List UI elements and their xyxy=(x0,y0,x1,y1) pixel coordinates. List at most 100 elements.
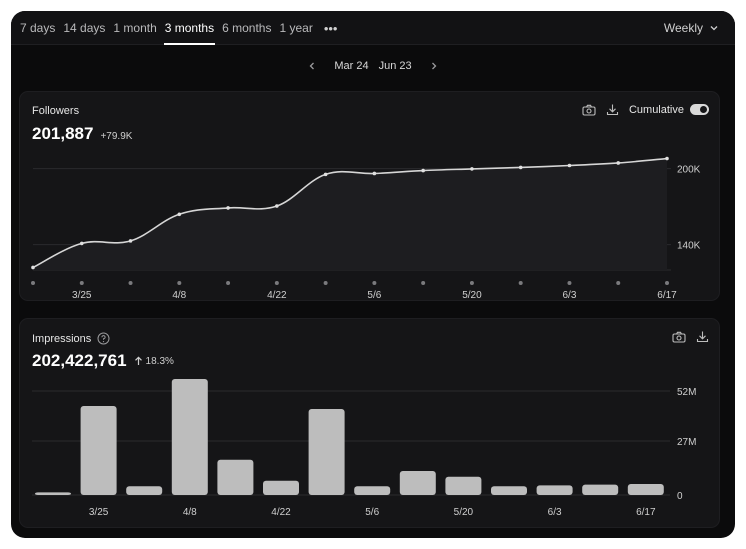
x-tick-dot xyxy=(323,281,328,285)
help-icon[interactable] xyxy=(97,332,110,345)
followers-point xyxy=(421,168,425,173)
x-tick-dot xyxy=(226,281,231,285)
impressions-bar xyxy=(171,379,208,495)
tab-6-months[interactable]: 6 months xyxy=(221,11,272,45)
chevron-down-icon xyxy=(710,26,718,31)
x-tick-dot xyxy=(665,281,669,285)
x-tick-dot xyxy=(128,281,133,285)
x-tick-label: 3/25 xyxy=(89,507,109,518)
tab-1-month[interactable]: 1 month xyxy=(112,11,157,45)
x-tick-dot xyxy=(518,281,523,285)
cumulative-toggle[interactable] xyxy=(690,104,709,115)
impressions-title: Impressions xyxy=(32,332,92,345)
followers-area xyxy=(33,158,667,270)
followers-delta: +79.9K xyxy=(100,131,133,142)
followers-point xyxy=(470,167,474,171)
x-tick-label: 4/22 xyxy=(271,507,291,518)
x-tick-dot xyxy=(421,281,426,285)
x-tick-dot xyxy=(372,281,377,285)
impressions-bar xyxy=(627,484,664,495)
camera-icon[interactable] xyxy=(672,331,686,343)
x-tick-label: 3/25 xyxy=(72,290,92,301)
impressions-bar xyxy=(536,485,573,495)
range-tabs: 7 days 14 days 1 month 3 months 6 months… xyxy=(19,11,337,45)
followers-point xyxy=(323,172,328,177)
download-icon[interactable] xyxy=(696,330,709,343)
impressions-bar xyxy=(491,486,527,495)
arrow-up-icon xyxy=(134,356,142,365)
camera-icon[interactable] xyxy=(582,104,596,116)
followers-actions: Cumulative xyxy=(572,103,709,116)
followers-point xyxy=(128,239,133,243)
followers-total: 201,887 xyxy=(32,124,94,143)
impressions-bar xyxy=(399,471,436,495)
followers-point xyxy=(616,161,621,165)
followers-point xyxy=(665,156,669,161)
x-tick-label: 4/8 xyxy=(172,290,186,301)
followers-point xyxy=(226,206,230,210)
x-tick-dot xyxy=(616,281,621,285)
followers-card: 140K 200K 3/25 4/8 4/22 5/6 5/20 6/3 6/17 Follow… xyxy=(19,91,720,301)
range-start-date: Mar 24 xyxy=(334,60,369,72)
impressions-delta-wrap: 18.3% xyxy=(134,356,174,367)
tab-7-days[interactable]: 7 days xyxy=(19,11,56,45)
granularity-label: Weekly xyxy=(663,21,703,35)
impressions-bar xyxy=(80,406,117,495)
x-tick-label: 6/3 xyxy=(563,290,577,301)
impressions-bar xyxy=(308,409,345,495)
date-range-navigator: Mar 24 Jun 23 xyxy=(11,55,735,77)
granularity-dropdown[interactable]: Weekly xyxy=(664,11,719,45)
x-tick-dot xyxy=(31,281,35,285)
x-tick-label: 4/8 xyxy=(183,507,197,518)
x-tick-label: 6/3 xyxy=(548,507,562,518)
followers-point xyxy=(567,163,572,168)
x-tick-dot xyxy=(177,281,182,285)
impressions-bar xyxy=(126,486,163,495)
x-tick-label: 6/17 xyxy=(636,507,656,518)
impressions-summary: 202,422,761 18.3% xyxy=(32,351,174,371)
y-tick-label: 200K xyxy=(677,165,701,176)
impressions-bar xyxy=(217,459,254,495)
download-icon[interactable] xyxy=(606,103,619,116)
y-tick-label: 52M xyxy=(677,387,696,398)
impressions-delta: 18.3% xyxy=(145,355,174,367)
followers-point xyxy=(79,241,84,246)
cumulative-label: Cumulative xyxy=(628,103,684,116)
tab-1-year[interactable]: 1 year xyxy=(278,11,313,45)
x-tick-label: 5/6 xyxy=(365,507,379,518)
range-end-date: Jun 23 xyxy=(378,60,412,72)
x-tick-label: 6/17 xyxy=(657,290,677,301)
followers-point xyxy=(518,165,523,170)
impressions-card: 0 27M 52M 3/25 4/8 4/22 5/6 5/20 6/3 6/17 Impress… xyxy=(19,318,720,528)
impressions-bar xyxy=(35,492,71,495)
impressions-bar xyxy=(354,486,391,495)
followers-summary: 201,887 +79.9K xyxy=(32,124,132,144)
y-tick-label: 140K xyxy=(677,241,701,252)
chevron-left-icon[interactable] xyxy=(307,61,317,71)
followers-point xyxy=(177,212,182,217)
x-tick-label: 5/6 xyxy=(367,290,381,301)
y-tick-label: 27M xyxy=(677,437,696,448)
x-tick-label: 5/20 xyxy=(462,290,482,301)
y-tick-label: 0 xyxy=(677,491,683,502)
x-tick-dot xyxy=(274,281,279,285)
x-tick-dot xyxy=(79,281,84,285)
app-window: 7 days 14 days 1 month 3 months 6 months… xyxy=(11,11,735,538)
impressions-actions xyxy=(662,330,709,343)
followers-point xyxy=(372,171,377,176)
impressions-total: 202,422,761 xyxy=(32,351,127,370)
x-tick-label: 4/22 xyxy=(267,290,287,301)
x-tick-label: 5/20 xyxy=(454,507,474,518)
followers-point xyxy=(31,265,35,270)
followers-title: Followers xyxy=(32,105,80,117)
chevron-right-icon[interactable] xyxy=(429,61,439,71)
impressions-title-row: Impressions xyxy=(32,332,110,345)
tab-14-days[interactable]: 14 days xyxy=(62,11,106,45)
x-tick-dot xyxy=(567,281,572,285)
toolbar: 7 days 14 days 1 month 3 months 6 months… xyxy=(11,11,735,45)
followers-point xyxy=(275,204,279,208)
impressions-bar xyxy=(263,480,299,495)
more-icon[interactable]: ••• xyxy=(324,11,338,45)
impressions-bar xyxy=(445,476,482,495)
tab-3-months[interactable]: 3 months xyxy=(163,11,216,45)
